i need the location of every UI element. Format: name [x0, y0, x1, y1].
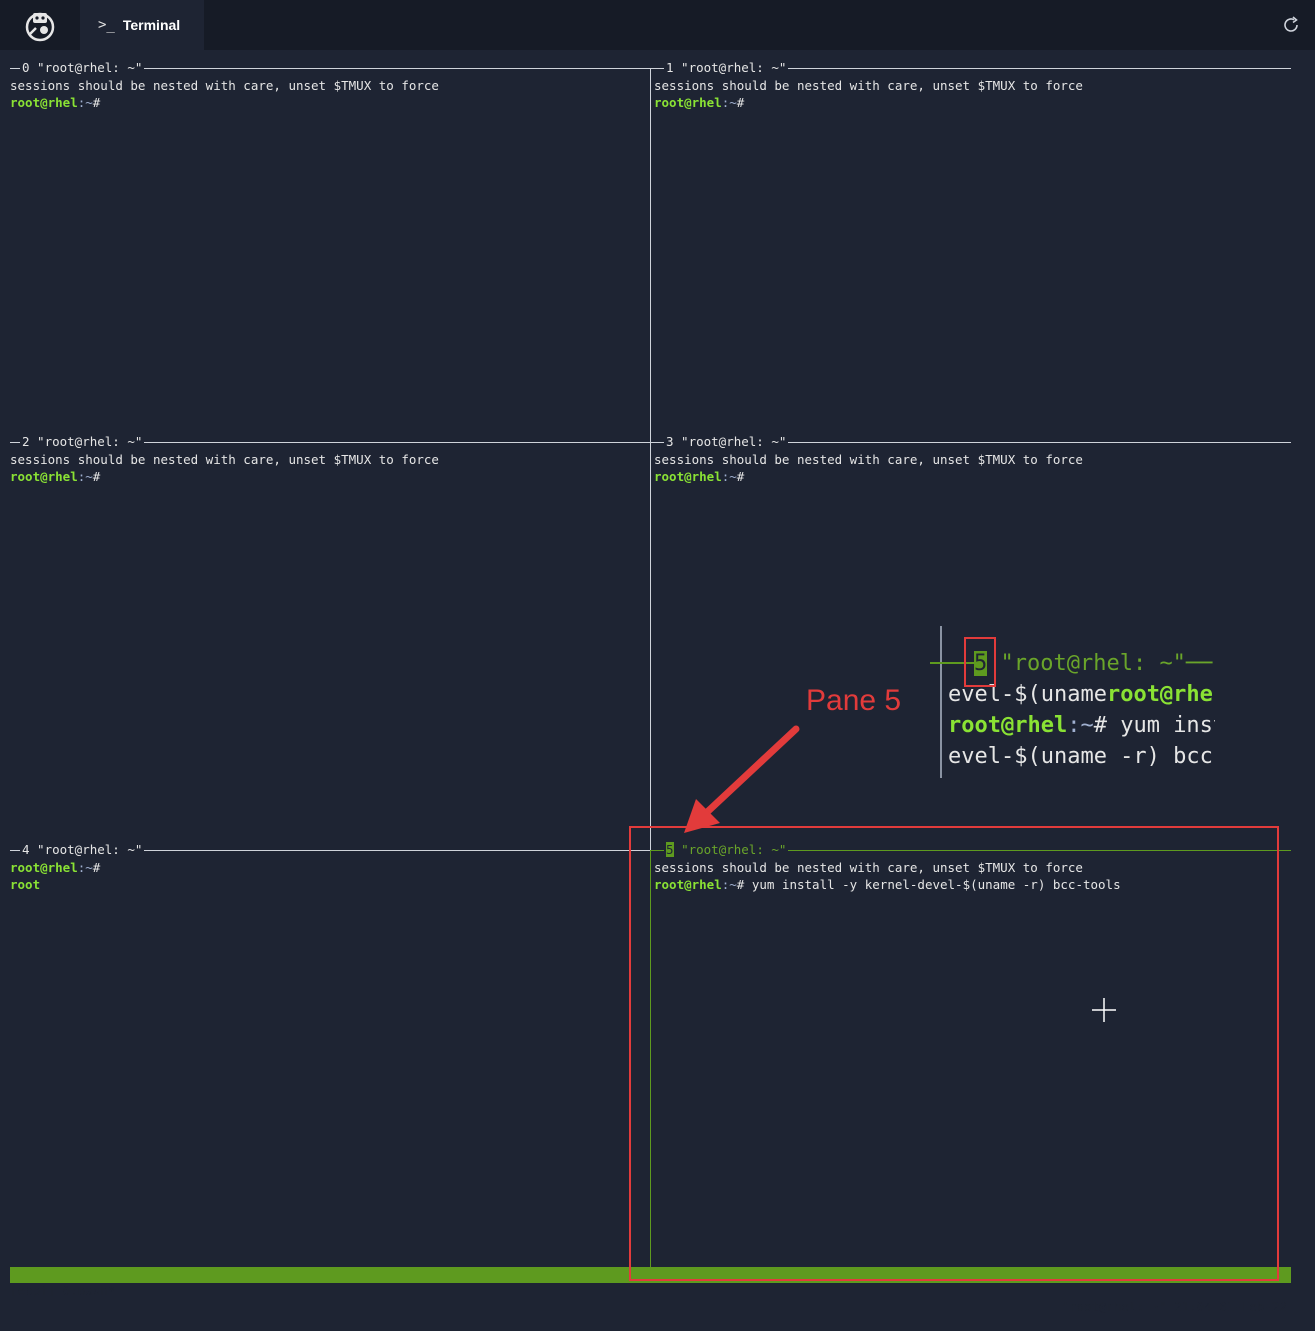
pane-title: 4 "root@rhel: ~" — [20, 842, 145, 857]
refresh-icon[interactable] — [1281, 15, 1301, 35]
shell-prompt: root@rhel:~# — [10, 469, 101, 484]
zoom-line-3: evel-$(uname -r) bcc — [948, 744, 1213, 769]
shell-prompt: root@rhel:~# — [10, 860, 101, 875]
tmux-pane-1[interactable]: 1 "root@rhel: ~" sessions should be nest… — [654, 61, 1291, 441]
nested-warning: sessions should be nested with care, uns… — [654, 452, 1083, 467]
pane-title: 2 "root@rhel: ~" — [20, 434, 145, 449]
annotation-label: Pane 5 — [806, 684, 902, 717]
pane-title: 3 "root@rhel: ~" — [664, 434, 789, 449]
annotation-box — [629, 826, 1279, 1281]
app-logo-icon[interactable] — [0, 0, 80, 50]
tmux-pane-2[interactable]: 2 "root@rhel: ~" sessions should be nest… — [10, 435, 650, 835]
zoom-title: 5 "root@rhel: ~"── — [974, 651, 1213, 676]
pane-title: 0 "root@rhel: ~" — [20, 60, 145, 75]
typed-text: root — [10, 877, 41, 892]
crosshair-cursor-icon — [1092, 998, 1116, 1022]
top-bar: >_ Terminal — [0, 0, 1315, 50]
terminal-icon: >_ — [98, 17, 115, 33]
zoom-number-highlight — [964, 637, 996, 687]
nested-warning: sessions should be nested with care, uns… — [10, 78, 439, 93]
shell-prompt: root@rhel:~# — [654, 95, 745, 110]
nested-warning: sessions should be nested with care, uns… — [654, 78, 1083, 93]
tab-label: Terminal — [122, 17, 181, 33]
pane-title: 1 "root@rhel: ~" — [664, 60, 789, 75]
nested-warning: sessions should be nested with care, uns… — [10, 452, 439, 467]
shell-prompt: root@rhel:~# — [10, 95, 101, 110]
tmux-pane-4[interactable]: 4 "root@rhel: ~" root@rhel:~# root — [10, 843, 650, 1263]
tmux-pane-0[interactable]: 0 "root@rhel: ~" sessions should be nest… — [10, 61, 650, 441]
zoom-line-2: root@rhel:~# yum inst — [948, 713, 1215, 738]
shell-prompt: root@rhel:~# — [654, 469, 745, 484]
pane-border-vertical — [650, 68, 651, 850]
status-right: "root@rhel: ~" 21:04 01-Feb-22 — [1061, 1299, 1287, 1314]
tab-terminal[interactable]: >_ Terminal — [80, 0, 204, 50]
zoom-border-vertical — [940, 626, 942, 778]
